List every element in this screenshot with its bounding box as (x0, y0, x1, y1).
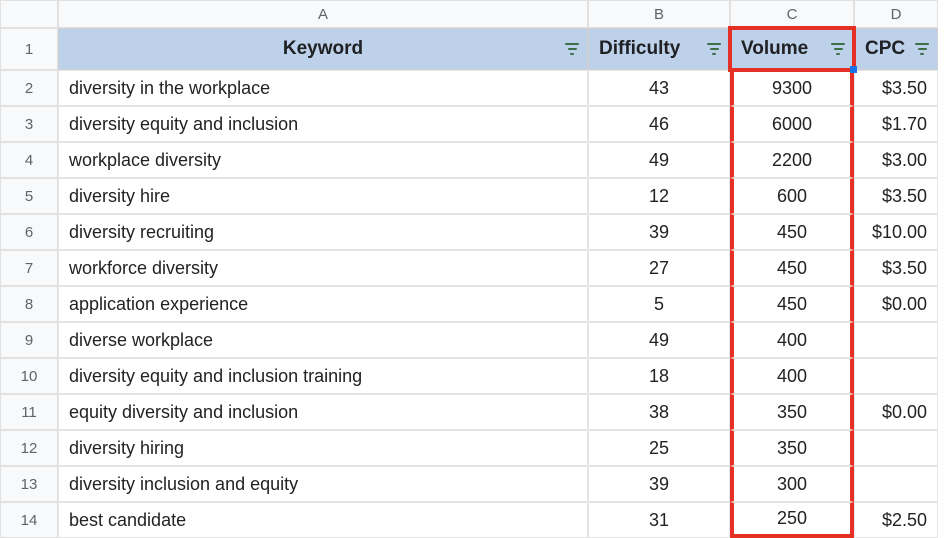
filter-icon[interactable] (705, 40, 723, 58)
header-volume[interactable]: Volume (730, 28, 854, 70)
cell-difficulty[interactable]: 43 (588, 70, 730, 106)
cell-volume[interactable]: 300 (730, 466, 854, 502)
cell-difficulty[interactable]: 38 (588, 394, 730, 430)
cell-volume[interactable]: 400 (730, 322, 854, 358)
cell-difficulty[interactable]: 49 (588, 142, 730, 178)
row-number[interactable]: 4 (0, 142, 58, 178)
cell-cpc[interactable]: $3.50 (854, 178, 938, 214)
cell-difficulty[interactable]: 27 (588, 250, 730, 286)
cell-difficulty[interactable]: 46 (588, 106, 730, 142)
cell-volume[interactable]: 450 (730, 286, 854, 322)
spreadsheet-grid[interactable]: A B C D 1 Keyword Difficulty Volume CPC … (0, 0, 952, 538)
selection-marker (850, 66, 857, 73)
row-number[interactable]: 11 (0, 394, 58, 430)
column-letter-d[interactable]: D (854, 0, 938, 28)
row-number[interactable]: 12 (0, 430, 58, 466)
cell-cpc[interactable] (854, 466, 938, 502)
cell-cpc[interactable] (854, 358, 938, 394)
header-keyword[interactable]: Keyword (58, 28, 588, 70)
cell-cpc[interactable] (854, 430, 938, 466)
row-number[interactable]: 1 (0, 28, 58, 70)
header-label: CPC (865, 38, 905, 60)
cell-cpc[interactable] (854, 322, 938, 358)
row-number[interactable]: 10 (0, 358, 58, 394)
filter-icon[interactable] (829, 40, 847, 58)
cell-volume[interactable]: 450 (730, 250, 854, 286)
cell-cpc[interactable]: $1.70 (854, 106, 938, 142)
cell-volume[interactable]: 6000 (730, 106, 854, 142)
column-letter-b[interactable]: B (588, 0, 730, 28)
cell-volume[interactable]: 250 (730, 502, 854, 538)
cell-cpc[interactable]: $3.00 (854, 142, 938, 178)
cell-volume[interactable]: 450 (730, 214, 854, 250)
cell-keyword[interactable]: diversity equity and inclusion training (58, 358, 588, 394)
row-number[interactable]: 7 (0, 250, 58, 286)
cell-difficulty[interactable]: 31 (588, 502, 730, 538)
cell-volume[interactable]: 350 (730, 394, 854, 430)
cell-keyword[interactable]: diversity hiring (58, 430, 588, 466)
cell-difficulty[interactable]: 25 (588, 430, 730, 466)
cell-keyword[interactable]: equity diversity and inclusion (58, 394, 588, 430)
row-number[interactable]: 9 (0, 322, 58, 358)
cell-keyword[interactable]: diversity in the workplace (58, 70, 588, 106)
row-number[interactable]: 6 (0, 214, 58, 250)
cell-difficulty[interactable]: 18 (588, 358, 730, 394)
row-number[interactable]: 3 (0, 106, 58, 142)
cell-keyword[interactable]: workplace diversity (58, 142, 588, 178)
cell-cpc[interactable]: $2.50 (854, 502, 938, 538)
cell-volume[interactable]: 600 (730, 178, 854, 214)
filter-icon[interactable] (563, 40, 581, 58)
row-number[interactable]: 13 (0, 466, 58, 502)
row-number[interactable]: 8 (0, 286, 58, 322)
header-cpc[interactable]: CPC (854, 28, 938, 70)
cell-keyword[interactable]: diverse workplace (58, 322, 588, 358)
row-number[interactable]: 5 (0, 178, 58, 214)
cell-keyword[interactable]: best candidate (58, 502, 588, 538)
header-label: Keyword (283, 38, 363, 60)
cell-difficulty[interactable]: 12 (588, 178, 730, 214)
cell-cpc[interactable]: $0.00 (854, 286, 938, 322)
cell-volume[interactable]: 9300 (730, 70, 854, 106)
cell-cpc[interactable]: $10.00 (854, 214, 938, 250)
cell-keyword[interactable]: diversity hire (58, 178, 588, 214)
cell-cpc[interactable]: $3.50 (854, 250, 938, 286)
cell-keyword[interactable]: diversity equity and inclusion (58, 106, 588, 142)
cell-volume[interactable]: 2200 (730, 142, 854, 178)
header-label: Volume (741, 38, 808, 60)
row-number[interactable]: 2 (0, 70, 58, 106)
select-all-corner[interactable] (0, 0, 58, 28)
header-label: Difficulty (599, 38, 680, 60)
cell-keyword[interactable]: application experience (58, 286, 588, 322)
cell-cpc[interactable]: $0.00 (854, 394, 938, 430)
filter-icon[interactable] (913, 40, 931, 58)
header-difficulty[interactable]: Difficulty (588, 28, 730, 70)
cell-volume[interactable]: 350 (730, 430, 854, 466)
cell-difficulty[interactable]: 5 (588, 286, 730, 322)
cell-difficulty[interactable]: 49 (588, 322, 730, 358)
cell-difficulty[interactable]: 39 (588, 466, 730, 502)
cell-keyword[interactable]: diversity inclusion and equity (58, 466, 588, 502)
column-letter-c[interactable]: C (730, 0, 854, 28)
cell-keyword[interactable]: diversity recruiting (58, 214, 588, 250)
cell-cpc[interactable]: $3.50 (854, 70, 938, 106)
row-number[interactable]: 14 (0, 502, 58, 538)
cell-volume[interactable]: 400 (730, 358, 854, 394)
cell-difficulty[interactable]: 39 (588, 214, 730, 250)
column-letter-a[interactable]: A (58, 0, 588, 28)
cell-keyword[interactable]: workforce diversity (58, 250, 588, 286)
